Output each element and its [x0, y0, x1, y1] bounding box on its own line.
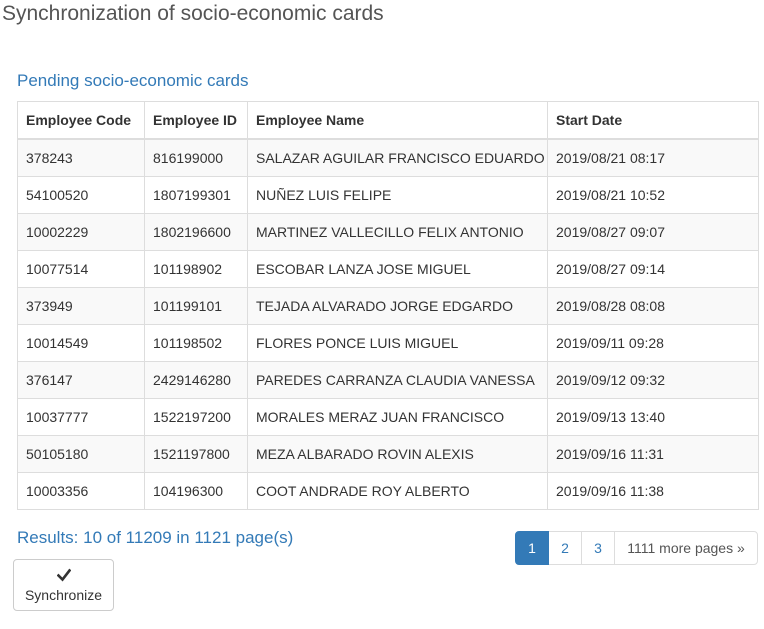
table-row[interactable]: 10002229 1802196600 MARTINEZ VALLECILLO FE… — [17, 213, 759, 251]
cell-employee-name: MORALES MERAZ JUAN FRANCISCO — [247, 398, 548, 436]
section-title: Pending socio-economic cards — [17, 71, 249, 90]
table-row[interactable]: 10037777 1522197200 MORALES MERAZ JUAN FRA… — [17, 398, 759, 436]
cell-employee-name: NUÑEZ LUIS FELIPE — [247, 176, 548, 214]
cell-start-date: 2019/09/11 09:28 — [547, 324, 759, 362]
page-link-1[interactable]: 1 — [515, 531, 549, 565]
cell-start-date: 2019/08/27 09:07 — [547, 213, 759, 251]
cell-employee-name: COOT ANDRADE ROY ALBERTO — [247, 472, 548, 510]
cell-employee-name: FLORES PONCE LUIS MIGUEL — [247, 324, 548, 362]
cell-employee-id: 1522197200 — [144, 398, 248, 436]
cell-employee-code: 10077514 — [17, 250, 145, 288]
cell-employee-code: 50105180 — [17, 435, 145, 473]
cell-employee-id: 1802196600 — [144, 213, 248, 251]
cell-employee-name: MARTINEZ VALLECILLO FELIX ANTONIO — [247, 213, 548, 251]
cell-employee-id: 1521197800 — [144, 435, 248, 473]
cell-employee-code: 373949 — [17, 287, 145, 325]
cell-employee-code: 10037777 — [17, 398, 145, 436]
results-summary: Results: 10 of 11209 in 1121 page(s) — [17, 528, 294, 547]
page-link-3[interactable]: 3 — [581, 531, 615, 565]
table-row[interactable]: 10014549 101198502 FLORES PONCE LUIS MIGUE… — [17, 324, 759, 362]
table-row[interactable]: 378243 816199000 SALAZAR AGUILAR FRANCISCO… — [17, 138, 759, 177]
more-pages-link[interactable]: 1111 more pages » — [614, 531, 758, 565]
cell-start-date: 2019/08/21 08:17 — [547, 138, 759, 177]
cell-employee-id: 1807199301 — [144, 176, 248, 214]
synchronize-label: Synchronize — [24, 586, 103, 603]
cell-employee-name: SALAZAR AGUILAR FRANCISCO EDUARDO — [247, 138, 548, 177]
table-row[interactable]: 10003356 104196300 COOT ANDRADE ROY ALBERT… — [17, 472, 759, 510]
cell-start-date: 2019/09/16 11:38 — [547, 472, 759, 510]
page-title: Synchronization of socio-economic cards — [2, 2, 384, 25]
cell-start-date: 2019/09/13 13:40 — [547, 398, 759, 436]
cell-employee-id: 101199101 — [144, 287, 248, 325]
cell-employee-code: 378243 — [17, 138, 145, 177]
page-link-2[interactable]: 2 — [548, 531, 582, 565]
pagination: 1 2 3 1111 more pages » — [515, 531, 758, 565]
cell-employee-name: ESCOBAR LANZA JOSE MIGUEL — [247, 250, 548, 288]
cell-employee-name: MEZA ALBARADO ROVIN ALEXIS — [247, 435, 548, 473]
cell-employee-code: 10003356 — [17, 472, 145, 510]
table-row[interactable]: 50105180 1521197800 MEZA ALBARADO ROVIN AL… — [17, 435, 759, 473]
cell-employee-code: 10002229 — [17, 213, 145, 251]
table-row[interactable]: 376147 2429146280 PAREDES CARRANZA CLAUDIA… — [17, 361, 759, 399]
cell-employee-id: 101198902 — [144, 250, 248, 288]
cell-employee-id: 104196300 — [144, 472, 248, 510]
pending-cards-table: Employee Code Employee ID Employee Name … — [17, 101, 759, 510]
cell-employee-code: 376147 — [17, 361, 145, 399]
cell-employee-code: 54100520 — [17, 176, 145, 214]
table-row[interactable]: 373949 101199101 TEJADA ALVARADO JORGE EDG… — [17, 287, 759, 325]
table-row[interactable]: 54100520 1807199301 NUÑEZ LUIS FELIPE 2019/… — [17, 176, 759, 214]
cell-employee-name: PAREDES CARRANZA CLAUDIA VANESSA — [247, 361, 548, 399]
table-header-row: Employee Code Employee ID Employee Name … — [17, 101, 759, 140]
cell-employee-id: 2429146280 — [144, 361, 248, 399]
cell-start-date: 2019/08/21 10:52 — [547, 176, 759, 214]
cell-employee-id: 816199000 — [144, 138, 248, 177]
checkmark-icon — [56, 568, 71, 581]
cell-employee-code: 10014549 — [17, 324, 145, 362]
column-header-employee-code[interactable]: Employee Code — [17, 101, 145, 140]
table-body: 378243 816199000 SALAZAR AGUILAR FRANCISCO… — [17, 138, 759, 510]
synchronize-button[interactable]: Synchronize — [13, 559, 114, 611]
cell-employee-name: TEJADA ALVARADO JORGE EDGARDO — [247, 287, 548, 325]
cell-start-date: 2019/09/12 09:32 — [547, 361, 759, 399]
table-header: Employee Code Employee ID Employee Name … — [17, 101, 759, 140]
cell-start-date: 2019/09/16 11:31 — [547, 435, 759, 473]
column-header-employee-name[interactable]: Employee Name — [247, 101, 548, 140]
column-header-start-date[interactable]: Start Date — [547, 101, 759, 140]
table-row[interactable]: 10077514 101198902 ESCOBAR LANZA JOSE MIGU… — [17, 250, 759, 288]
cell-start-date: 2019/08/28 08:08 — [547, 287, 759, 325]
cell-employee-id: 101198502 — [144, 324, 248, 362]
column-header-employee-id[interactable]: Employee ID — [144, 101, 248, 140]
cell-start-date: 2019/08/27 09:14 — [547, 250, 759, 288]
